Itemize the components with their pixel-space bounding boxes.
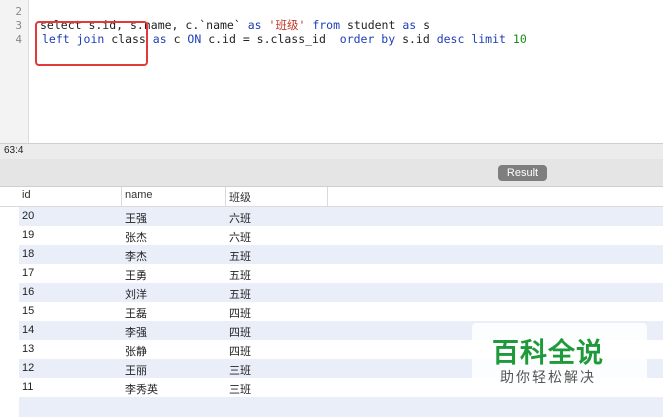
cell-class[interactable]: 六班 (229, 210, 251, 226)
column-header-id[interactable]: id (22, 189, 31, 201)
cell-class[interactable]: 四班 (229, 305, 251, 321)
grid-header: id name 班级 (0, 187, 663, 207)
column-divider[interactable] (327, 187, 328, 206)
cell-id[interactable]: 15 (22, 305, 34, 317)
cell-name[interactable]: 刘洋 (125, 286, 147, 302)
watermark-subtitle: 助你轻松解决 (500, 369, 596, 385)
cell-class[interactable]: 五班 (229, 267, 251, 283)
line-number: 3 (15, 19, 22, 32)
cell-name[interactable]: 王磊 (125, 305, 147, 321)
cell-class[interactable]: 四班 (229, 343, 251, 359)
column-divider[interactable] (225, 187, 226, 206)
table-row[interactable]: 17 王勇 五班 (19, 264, 663, 283)
cell-id[interactable]: 13 (22, 343, 34, 355)
code-token: c.id = s.class_id (201, 32, 340, 46)
keyword-token: ON (187, 32, 202, 46)
sql-editor[interactable]: 2 3 4 select s.id, s.name, c.`name` as '… (0, 0, 663, 143)
cell-name[interactable]: 李强 (125, 324, 147, 340)
table-row[interactable]: 19 张杰 六班 (19, 226, 663, 245)
cell-name[interactable]: 李杰 (125, 248, 147, 264)
result-tab-bar (0, 159, 663, 187)
keyword-token: as (402, 18, 417, 32)
cell-id[interactable]: 18 (22, 248, 34, 260)
column-header-class[interactable]: 班级 (229, 189, 251, 205)
keyword-token: desc limit (436, 32, 506, 46)
row-selector-strip (0, 207, 19, 420)
cell-class[interactable]: 三班 (229, 362, 251, 378)
cell-name[interactable]: 李秀英 (125, 381, 158, 397)
cell-id[interactable]: 19 (22, 229, 34, 241)
table-row[interactable]: 16 刘洋 五班 (19, 283, 663, 302)
number-token: 10 (512, 32, 527, 46)
cell-name[interactable]: 张静 (125, 343, 147, 359)
table-row[interactable]: 15 王磊 四班 (19, 302, 663, 321)
cell-class[interactable]: 五班 (229, 286, 251, 302)
keyword-token: order by (339, 32, 396, 46)
code-token: c (166, 32, 188, 46)
cell-name[interactable]: 张杰 (125, 229, 147, 245)
watermark-title: 百科全说 (492, 338, 604, 368)
cursor-position: 63:4 (4, 145, 24, 156)
watermark-logo: 百科全说 助你轻松解决 (472, 323, 647, 393)
cell-id[interactable]: 17 (22, 267, 34, 279)
cell-id[interactable]: 11 (22, 381, 33, 393)
cell-name[interactable]: 王丽 (125, 362, 147, 378)
cell-class[interactable]: 四班 (229, 324, 251, 340)
cell-name[interactable]: 王强 (125, 210, 147, 226)
table-row[interactable]: 18 李杰 五班 (19, 245, 663, 264)
keyword-token: as (152, 32, 167, 46)
line-number: 4 (15, 33, 22, 46)
column-divider[interactable] (121, 187, 122, 206)
cell-class[interactable]: 三班 (229, 381, 251, 397)
code-token: s (416, 18, 431, 32)
line-number: 2 (15, 5, 22, 18)
code-token: student (340, 18, 403, 32)
keyword-token: from (312, 18, 341, 32)
cell-id[interactable]: 16 (22, 286, 34, 298)
code-token: s.id (395, 32, 437, 46)
editor-status-bar: 63:4 (0, 143, 663, 160)
table-row[interactable]: 20 王强 六班 (19, 207, 663, 226)
line-number-gutter: 2 3 4 (0, 0, 29, 143)
result-tab[interactable]: Result (498, 165, 547, 181)
empty-row (19, 397, 663, 417)
cell-id[interactable]: 20 (22, 210, 34, 222)
cell-class[interactable]: 六班 (229, 229, 251, 245)
cell-id[interactable]: 12 (22, 362, 34, 374)
column-header-name[interactable]: name (125, 189, 153, 201)
keyword-token: as (247, 18, 262, 32)
cell-id[interactable]: 14 (22, 324, 34, 336)
string-token: '班级' (268, 18, 306, 32)
cell-class[interactable]: 五班 (229, 248, 251, 264)
highlight-annotation-box (35, 21, 148, 66)
cell-name[interactable]: 王勇 (125, 267, 147, 283)
